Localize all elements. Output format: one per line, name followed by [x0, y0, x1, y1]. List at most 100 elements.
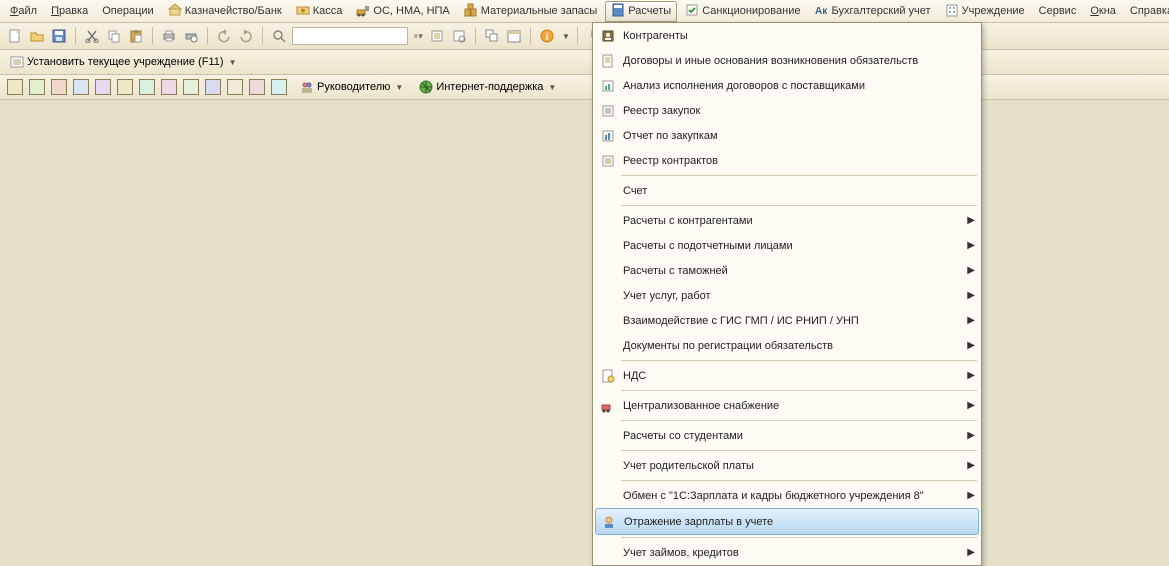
filter-icon[interactable]	[428, 27, 446, 45]
dd-item-11[interactable]: Расчеты с таможней▶	[593, 258, 981, 283]
main-toolbar: ×▾ i ▼	[0, 23, 1169, 50]
chevron-right-icon: ▶	[967, 315, 975, 326]
dd-item-7[interactable]: Счет	[593, 178, 981, 203]
dd-item-0[interactable]: Контрагенты	[593, 23, 981, 48]
menu-справка[interactable]: Справка	[1124, 3, 1169, 19]
calc-icon	[611, 3, 625, 20]
menu-касса[interactable]: Касса	[290, 1, 349, 22]
menu-сервис[interactable]: Сервис	[1033, 3, 1083, 19]
set-org-label: Установить текущее учреждение (F11)	[27, 56, 224, 68]
dd-item-label: Реестр контрактов	[623, 155, 975, 167]
menu-правка[interactable]: Правка	[45, 3, 94, 19]
dd-item-4[interactable]: Отчет по закупкам	[593, 123, 981, 148]
doc-icon	[599, 53, 617, 69]
menu-санкционирование[interactable]: Санкционирование	[679, 1, 806, 22]
tb3-icon-8[interactable]	[160, 78, 178, 96]
calendar-icon[interactable]	[505, 27, 523, 45]
menu-label: ОС, НМА, НПА	[373, 5, 449, 17]
undo-icon[interactable]	[215, 27, 233, 45]
dd-item-9[interactable]: Расчеты с контрагентами▶	[593, 208, 981, 233]
print-icon[interactable]	[160, 27, 178, 45]
menu-ос-нма-нпа[interactable]: ОС, НМА, НПА	[350, 1, 455, 22]
dd-item-25[interactable]: Отражение зарплаты в учете	[595, 508, 979, 535]
open-icon[interactable]	[28, 27, 46, 45]
support-label: Интернет-поддержка	[436, 81, 543, 93]
tb3-icon-6[interactable]	[116, 78, 134, 96]
globe-icon	[419, 80, 433, 94]
tb3-icon-4[interactable]	[72, 78, 90, 96]
support-menu[interactable]: Интернет-поддержка ▼	[415, 80, 560, 94]
tb3-icon-3[interactable]	[50, 78, 68, 96]
dd-item-2[interactable]: Анализ исполнения договоров с поставщика…	[593, 73, 981, 98]
stock-icon	[464, 3, 478, 20]
print-preview-icon[interactable]	[182, 27, 200, 45]
dd-item-14[interactable]: Документы по регистрации обязательств▶	[593, 333, 981, 358]
dd-item-18[interactable]: Централизованное снабжение▶	[593, 393, 981, 418]
search-dropdown-icon[interactable]: ×▾	[412, 27, 424, 45]
dd-item-label: Учет родительской платы	[623, 460, 967, 472]
tb3-icon-1[interactable]	[6, 78, 24, 96]
dd-item-3[interactable]: Реестр закупок	[593, 98, 981, 123]
cut-icon[interactable]	[83, 27, 101, 45]
manager-menu[interactable]: Руководителю ▼	[296, 80, 407, 94]
dd-item-24[interactable]: Обмен с "1С:Зарплата и кадры бюджетного …	[593, 483, 981, 508]
cash-icon	[296, 3, 310, 20]
dd-item-20[interactable]: Расчеты со студентами▶	[593, 423, 981, 448]
separator	[75, 27, 76, 45]
windows-icon[interactable]	[483, 27, 501, 45]
dd-item-22[interactable]: Учет родительской платы▶	[593, 453, 981, 478]
contacts-icon	[599, 28, 617, 44]
blank-icon	[599, 213, 617, 229]
copy-icon[interactable]	[105, 27, 123, 45]
tb3-icon-13[interactable]	[270, 78, 288, 96]
dropdown-raschety: Контрагенты Договоры и иные основания воз…	[592, 22, 982, 566]
chevron-down-icon[interactable]: ▼	[562, 32, 570, 41]
set-org-button[interactable]: Установить текущее учреждение (F11) ▼	[6, 55, 241, 69]
info-icon[interactable]: i	[538, 27, 556, 45]
dd-item-12[interactable]: Учет услуг, работ▶	[593, 283, 981, 308]
menu-учреждение[interactable]: Учреждение	[939, 1, 1031, 22]
chevron-right-icon: ▶	[967, 290, 975, 301]
dd-item-10[interactable]: Расчеты с подотчетными лицами▶	[593, 233, 981, 258]
menu-бухгалтерский-учет[interactable]: АкБухгалтерский учет	[808, 1, 936, 22]
tb3-icon-7[interactable]	[138, 78, 156, 96]
dd-item-16[interactable]: НДС▶	[593, 363, 981, 388]
dd-item-label: НДС	[623, 370, 967, 382]
dd-item-1[interactable]: Договоры и иные основания возникновения …	[593, 48, 981, 73]
menu-операции[interactable]: Операции	[96, 3, 159, 19]
actions-toolbar: Руководителю ▼ Интернет-поддержка ▼	[0, 75, 1169, 100]
dd-item-label: Обмен с "1С:Зарплата и кадры бюджетного …	[623, 490, 967, 502]
menu-материальные-запасы[interactable]: Материальные запасы	[458, 1, 604, 22]
menu-расчеты[interactable]: Расчеты	[605, 1, 677, 22]
new-doc-icon[interactable]	[6, 27, 24, 45]
save-icon[interactable]	[50, 27, 68, 45]
menu-файл[interactable]: Файл	[4, 3, 43, 19]
dd-item-13[interactable]: Взаимодействие с ГИС ГМП / ИС РНИП / УНП…	[593, 308, 981, 333]
manager-label: Руководителю	[317, 81, 390, 93]
nds-icon	[599, 368, 617, 384]
search-icon[interactable]	[270, 27, 288, 45]
filter2-icon[interactable]	[450, 27, 468, 45]
dd-item-5[interactable]: Реестр контрактов	[593, 148, 981, 173]
dd-item-label: Контрагенты	[623, 30, 975, 42]
menu-казначейство-банк[interactable]: Казначейство/Банк	[162, 1, 288, 22]
tb3-icon-2[interactable]	[28, 78, 46, 96]
tb3-icon-5[interactable]	[94, 78, 112, 96]
blank-icon	[599, 288, 617, 304]
menu-окна[interactable]: Окна	[1084, 3, 1122, 19]
chevron-right-icon: ▶	[967, 265, 975, 276]
tb3-icon-10[interactable]	[204, 78, 222, 96]
bank-icon	[168, 3, 182, 20]
separator	[530, 27, 531, 45]
blank-icon	[599, 183, 617, 199]
menu-label: Операции	[102, 5, 153, 17]
tb3-icon-12[interactable]	[248, 78, 266, 96]
paste-icon[interactable]	[127, 27, 145, 45]
search-input[interactable]	[292, 27, 408, 45]
chevron-right-icon: ▶	[967, 340, 975, 351]
tb3-icon-9[interactable]	[182, 78, 200, 96]
redo-icon[interactable]	[237, 27, 255, 45]
dd-item-27[interactable]: Учет займов, кредитов▶	[593, 540, 981, 565]
dropdown-separator	[621, 537, 977, 538]
tb3-icon-11[interactable]	[226, 78, 244, 96]
